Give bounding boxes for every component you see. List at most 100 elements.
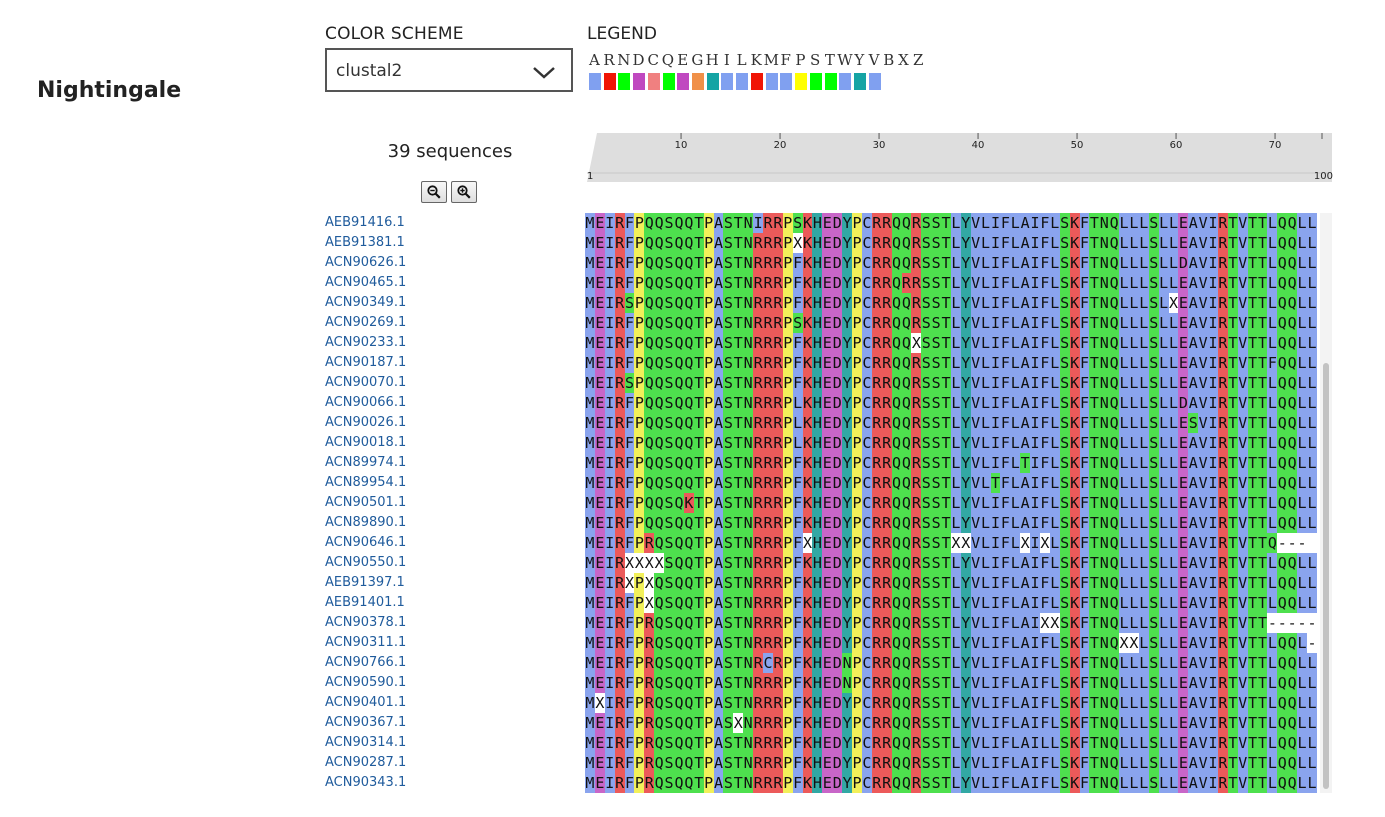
sequence-id-link[interactable]: ACN90626.1 [325,253,406,273]
sequence-id-link[interactable]: ACN90314.1 [325,733,406,753]
residue-cell: T [990,473,1001,493]
residue-cell: R [1218,633,1228,653]
zoom-in-button[interactable] [451,181,477,203]
sequence-id-link[interactable]: ACN89890.1 [325,513,406,533]
residue-cell: K [1069,493,1080,513]
residue-cell: Y [960,453,971,473]
residue-cell: I [604,453,615,473]
residue-cell: T [693,413,704,433]
residue-cell: Q [1287,513,1298,533]
sequence-id-link[interactable]: ACN90311.1 [325,633,406,653]
residue-cell: F [1000,753,1011,773]
residue-cell: A [713,233,724,253]
residue-cell: N [743,533,754,553]
residue-cell: V [1237,753,1248,773]
residue-cell: D [832,733,843,753]
alignment-panel[interactable]: MEIRFPQQSQQTPASTNIRRPSKHEDYPCRRQQRSSTLYV… [585,213,1319,793]
residue-cell: I [1208,553,1218,573]
sequence-id-link[interactable]: ACN90550.1 [325,553,406,573]
residue-cell: I [604,693,615,713]
residue-cell: T [1089,693,1100,713]
residue-cell: D [832,373,843,393]
sequence-id-link[interactable]: ACN90349.1 [325,293,406,313]
residue-cell: R [871,493,882,513]
sequence-id-link[interactable]: ACN90501.1 [325,493,406,513]
residue-cell: L [1010,293,1021,313]
residue-cell: V [1237,693,1248,713]
residue-cell: K [802,773,813,793]
residue-cell: N [1099,453,1110,473]
residue-cell: V [970,673,981,693]
residue-cell: S [931,253,942,273]
residue-cell: Q [1277,453,1288,473]
residue-cell: P [782,413,793,433]
residue-cell: N [743,753,754,773]
sequence-id-link[interactable]: ACN90287.1 [325,753,406,773]
residue-cell: S [1148,513,1159,533]
sequence-id-link[interactable]: ACN90766.1 [325,653,406,673]
sequence-id-link[interactable]: ACN90343.1 [325,773,406,793]
residue-cell: N [1099,293,1110,313]
sequence-id-link[interactable]: ACN90233.1 [325,333,406,353]
sequence-id-link[interactable]: ACN89954.1 [325,473,406,493]
residue-cell: L [1168,713,1179,733]
sequence-id-link[interactable]: ACN90646.1 [325,533,406,553]
residue-cell: L [1267,753,1278,773]
residue-cell: H [812,573,823,593]
sequence-id-link[interactable]: ACN89974.1 [325,453,406,473]
residue-cell: L [1158,233,1169,253]
sequence-id-link[interactable]: ACN90367.1 [325,713,406,733]
residue-cell: R [881,253,892,273]
residue-cell: S [664,373,675,393]
residue-cell: T [733,613,744,633]
residue-cell: T [1257,413,1268,433]
residue-cell: P [852,773,862,793]
residue-cell: P [782,273,793,293]
residue-cell: Q [1287,593,1298,613]
residue-cell: Q [901,233,912,253]
sequence-id-link[interactable]: ACN90018.1 [325,433,406,453]
sequence-id-link[interactable]: ACN90465.1 [325,273,406,293]
residue-cell: P [782,493,793,513]
residue-cell: T [1089,553,1100,573]
sequence-id-link[interactable]: AEB91416.1 [325,213,406,233]
residue-cell: L [1307,493,1317,513]
residue-cell: Q [901,433,912,453]
sequence-id-link[interactable]: ACN90187.1 [325,353,406,373]
sequence-id-link[interactable]: ACN90269.1 [325,313,406,333]
residue-cell: I [1208,613,1218,633]
residue-cell: T [733,433,744,453]
sequence-id-link[interactable]: ACN90590.1 [325,673,406,693]
residue-cell: L [980,613,991,633]
residue-cell: R [911,553,922,573]
residue-cell: Q [1277,673,1288,693]
residue-cell: E [822,653,833,673]
sequence-id-link[interactable]: ACN90026.1 [325,413,406,433]
legend-letter-e: E [677,51,689,69]
sequence-id-link[interactable]: AEB91381.1 [325,233,406,253]
sequence-id-link[interactable]: ACN90401.1 [325,693,406,713]
sequence-id-link[interactable]: ACN90070.1 [325,373,406,393]
residue-cell: Q [1109,633,1120,653]
alignment-scrollbar[interactable] [1320,213,1332,793]
residue-cell: Q [1109,353,1120,373]
residue-cell: Y [842,533,853,553]
residue-cell: F [1079,573,1090,593]
zoom-out-button[interactable] [421,181,447,203]
color-scheme-select[interactable]: clustal2 [325,48,573,92]
residue-cell: K [1069,733,1080,753]
sequence-id-link[interactable]: ACN90378.1 [325,613,406,633]
residue-cell: S [723,313,734,333]
residue-cell: I [604,393,615,413]
sequence-id-link[interactable]: AEB91401.1 [325,593,406,613]
residue-cell: R [911,653,922,673]
residue-cell: L [950,413,961,433]
scrollbar-thumb[interactable] [1323,363,1329,789]
sequence-id-link[interactable]: ACN90066.1 [325,393,406,413]
residue-cell: L [950,233,961,253]
residue-cell: R [881,293,892,313]
residue-cell: F [624,493,635,513]
sequence-id-link[interactable]: AEB91397.1 [325,573,406,593]
position-ruler[interactable]: 10 20 30 40 50 60 70 1 100 [587,133,1342,182]
residue-cell: R [911,533,922,553]
